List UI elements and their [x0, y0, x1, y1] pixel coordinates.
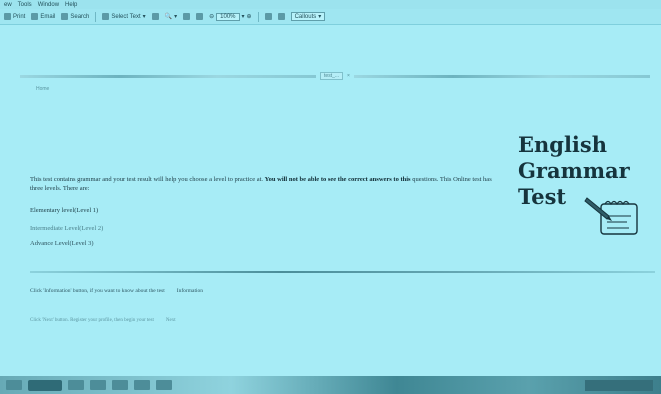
zoom-in-icon: 🔍 — [164, 14, 173, 20]
tab-strip-line — [353, 74, 650, 78]
tab-strip: test_... × — [20, 72, 650, 80]
taskbar-app-button[interactable] — [134, 380, 150, 390]
taskbar-app-button[interactable] — [156, 380, 172, 390]
zoom-level-select[interactable]: ⊖ 100% ▾ ⊕ — [209, 12, 252, 21]
taskbar-app-button[interactable] — [90, 380, 106, 390]
menu-item-tools[interactable]: Tools — [18, 2, 32, 8]
breadcrumb[interactable]: Home — [36, 86, 49, 92]
close-icon[interactable]: × — [347, 73, 350, 79]
divider — [30, 271, 655, 273]
next-row: Click 'Next' button. Register your profi… — [30, 318, 176, 323]
information-row: Click 'Information' button, if you want … — [30, 288, 204, 294]
taskbar-app-button[interactable] — [68, 380, 84, 390]
start-button[interactable] — [28, 379, 62, 391]
taskbar-app-button[interactable] — [6, 380, 22, 390]
zoom-out-icon: ⊖ — [209, 14, 215, 20]
level-option-intermediate[interactable]: Intermediate Level(Level 2) — [30, 225, 103, 232]
zoom-tool-button[interactable]: 🔍 ▾ — [165, 13, 178, 20]
menu-item-window[interactable]: Window — [38, 2, 59, 8]
zoom-level-value[interactable]: 100% — [216, 12, 240, 21]
chevron-down-icon: ▾ — [174, 14, 178, 20]
menu-bar: ew Tools Window Help — [0, 0, 661, 9]
level-option-advance[interactable]: Advance Level(Level 3) — [30, 240, 94, 247]
zoom-in-plus-icon: ⊕ — [246, 14, 252, 20]
printer-icon — [4, 13, 11, 20]
next-button[interactable]: Next — [166, 318, 176, 323]
page-icon[interactable] — [183, 13, 191, 20]
menu-item-view[interactable]: ew — [4, 2, 12, 8]
taskbar-app-button[interactable] — [112, 380, 128, 390]
chevron-down-icon: ▾ — [142, 14, 146, 20]
select-text-button[interactable]: Select Text ▾ — [102, 13, 146, 20]
intro-paragraph: This test contains grammar and your test… — [30, 176, 492, 192]
system-tray[interactable] — [585, 379, 653, 391]
page-tab[interactable]: test_... — [320, 72, 344, 80]
information-button[interactable]: Information — [177, 288, 203, 294]
toolbar-separator — [257, 11, 259, 22]
rotate-icon[interactable] — [277, 13, 285, 20]
notebook-pen-icon — [584, 197, 638, 235]
logo-line-grammar: Grammar — [518, 158, 630, 183]
email-button[interactable]: Email — [31, 13, 55, 20]
level-option-elementary[interactable]: Elementary level(Level 1) — [30, 207, 98, 214]
callouts-button[interactable]: Callouts ▾ — [290, 12, 326, 21]
menu-item-help[interactable]: Help — [65, 2, 77, 8]
logo-line-english: English — [518, 132, 608, 157]
taskbar — [0, 376, 661, 394]
toolbar: Print Email Search Select Text ▾ 🔍 ▾ ⊖ 1… — [0, 9, 661, 25]
page-nav-icon[interactable] — [264, 13, 272, 20]
fit-page-icon[interactable] — [196, 13, 204, 20]
snapshot-icon[interactable] — [151, 13, 159, 20]
toolbar-separator — [95, 11, 97, 22]
chevron-down-icon: ▾ — [318, 14, 322, 20]
print-button[interactable]: Print — [4, 13, 25, 20]
envelope-icon — [31, 13, 39, 20]
tab-strip-line — [20, 74, 317, 78]
search-button[interactable]: Search — [61, 13, 89, 20]
binoculars-icon — [61, 13, 69, 20]
hand-icon — [102, 13, 110, 20]
chevron-down-icon: ▾ — [241, 14, 245, 20]
